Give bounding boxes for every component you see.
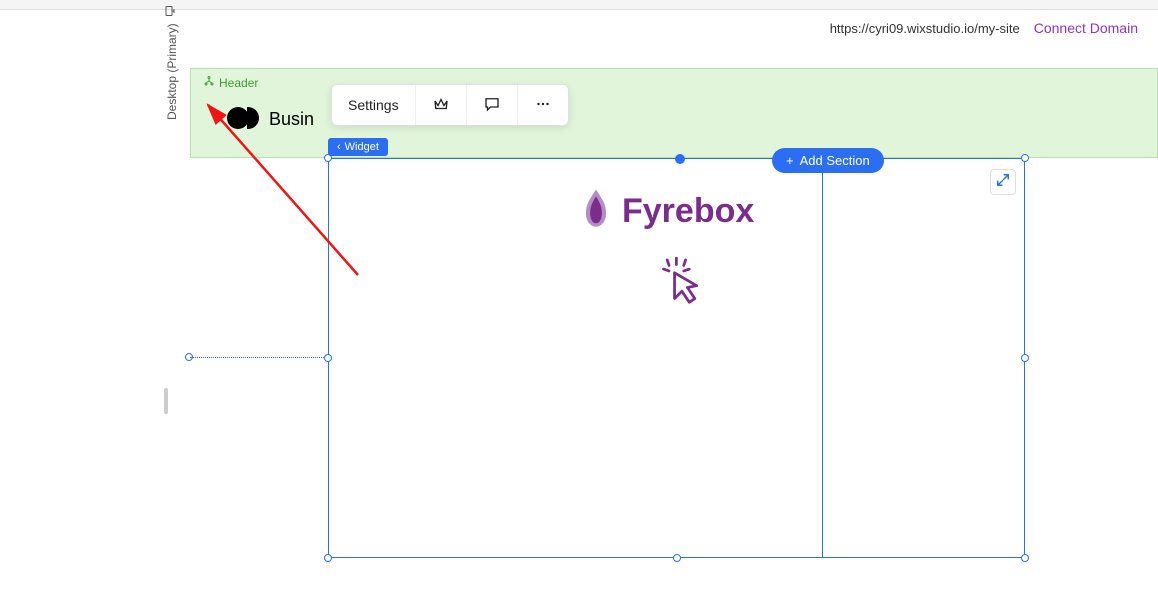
resize-handle-tr[interactable] (1021, 154, 1029, 162)
expand-button[interactable] (990, 169, 1016, 195)
chat-icon (483, 95, 501, 116)
resize-handle-bm[interactable] (673, 554, 681, 562)
fyrebox-text: Fyrebox (622, 192, 754, 231)
viewport-label[interactable]: Desktop (Primary) (164, 5, 179, 120)
chevron-left-icon: ‹ (337, 141, 341, 153)
element-toolbar: Settings (331, 84, 569, 126)
click-cursor-icon (658, 256, 704, 313)
plus-icon: + (786, 153, 794, 168)
flame-icon (578, 188, 614, 235)
url-bar: https://cyri09.wixstudio.io/my-site Conn… (190, 10, 1158, 46)
fyrebox-logo: Fyrebox (578, 188, 754, 235)
viewport-label-text: Desktop (Primary) (165, 23, 179, 120)
section-top-handle[interactable] (675, 154, 685, 164)
header-badge-label: Header (219, 76, 258, 90)
add-section-button[interactable]: + Add Section (772, 148, 884, 173)
comment-button[interactable] (467, 85, 518, 125)
desktop-icon (164, 5, 179, 17)
resize-handle-ml[interactable] (324, 354, 332, 362)
more-button[interactable] (518, 85, 568, 125)
crown-icon (432, 95, 450, 116)
resize-handle-br[interactable] (1021, 554, 1029, 562)
more-icon (534, 95, 552, 116)
header-badge: Header (203, 75, 258, 90)
upgrade-button[interactable] (416, 85, 467, 125)
hierarchy-icon (203, 75, 215, 90)
resize-handle-mr[interactable] (1021, 354, 1029, 362)
expand-icon (996, 173, 1010, 192)
site-brand[interactable]: Busin (227, 107, 314, 131)
connect-domain-link[interactable]: Connect Domain (1034, 20, 1138, 36)
widget-badge-label: Widget (345, 141, 379, 153)
alignment-guide (190, 357, 328, 358)
widget-badge[interactable]: ‹ Widget (328, 138, 388, 156)
brand-logo-icon (227, 107, 259, 131)
left-resize-handle[interactable] (164, 388, 168, 414)
site-url: https://cyri09.wixstudio.io/my-site (830, 21, 1020, 36)
brand-text: Busin (269, 109, 314, 130)
add-section-label: Add Section (800, 153, 870, 168)
resize-handle-bl[interactable] (324, 554, 332, 562)
settings-label: Settings (348, 97, 399, 113)
settings-button[interactable]: Settings (332, 85, 416, 125)
